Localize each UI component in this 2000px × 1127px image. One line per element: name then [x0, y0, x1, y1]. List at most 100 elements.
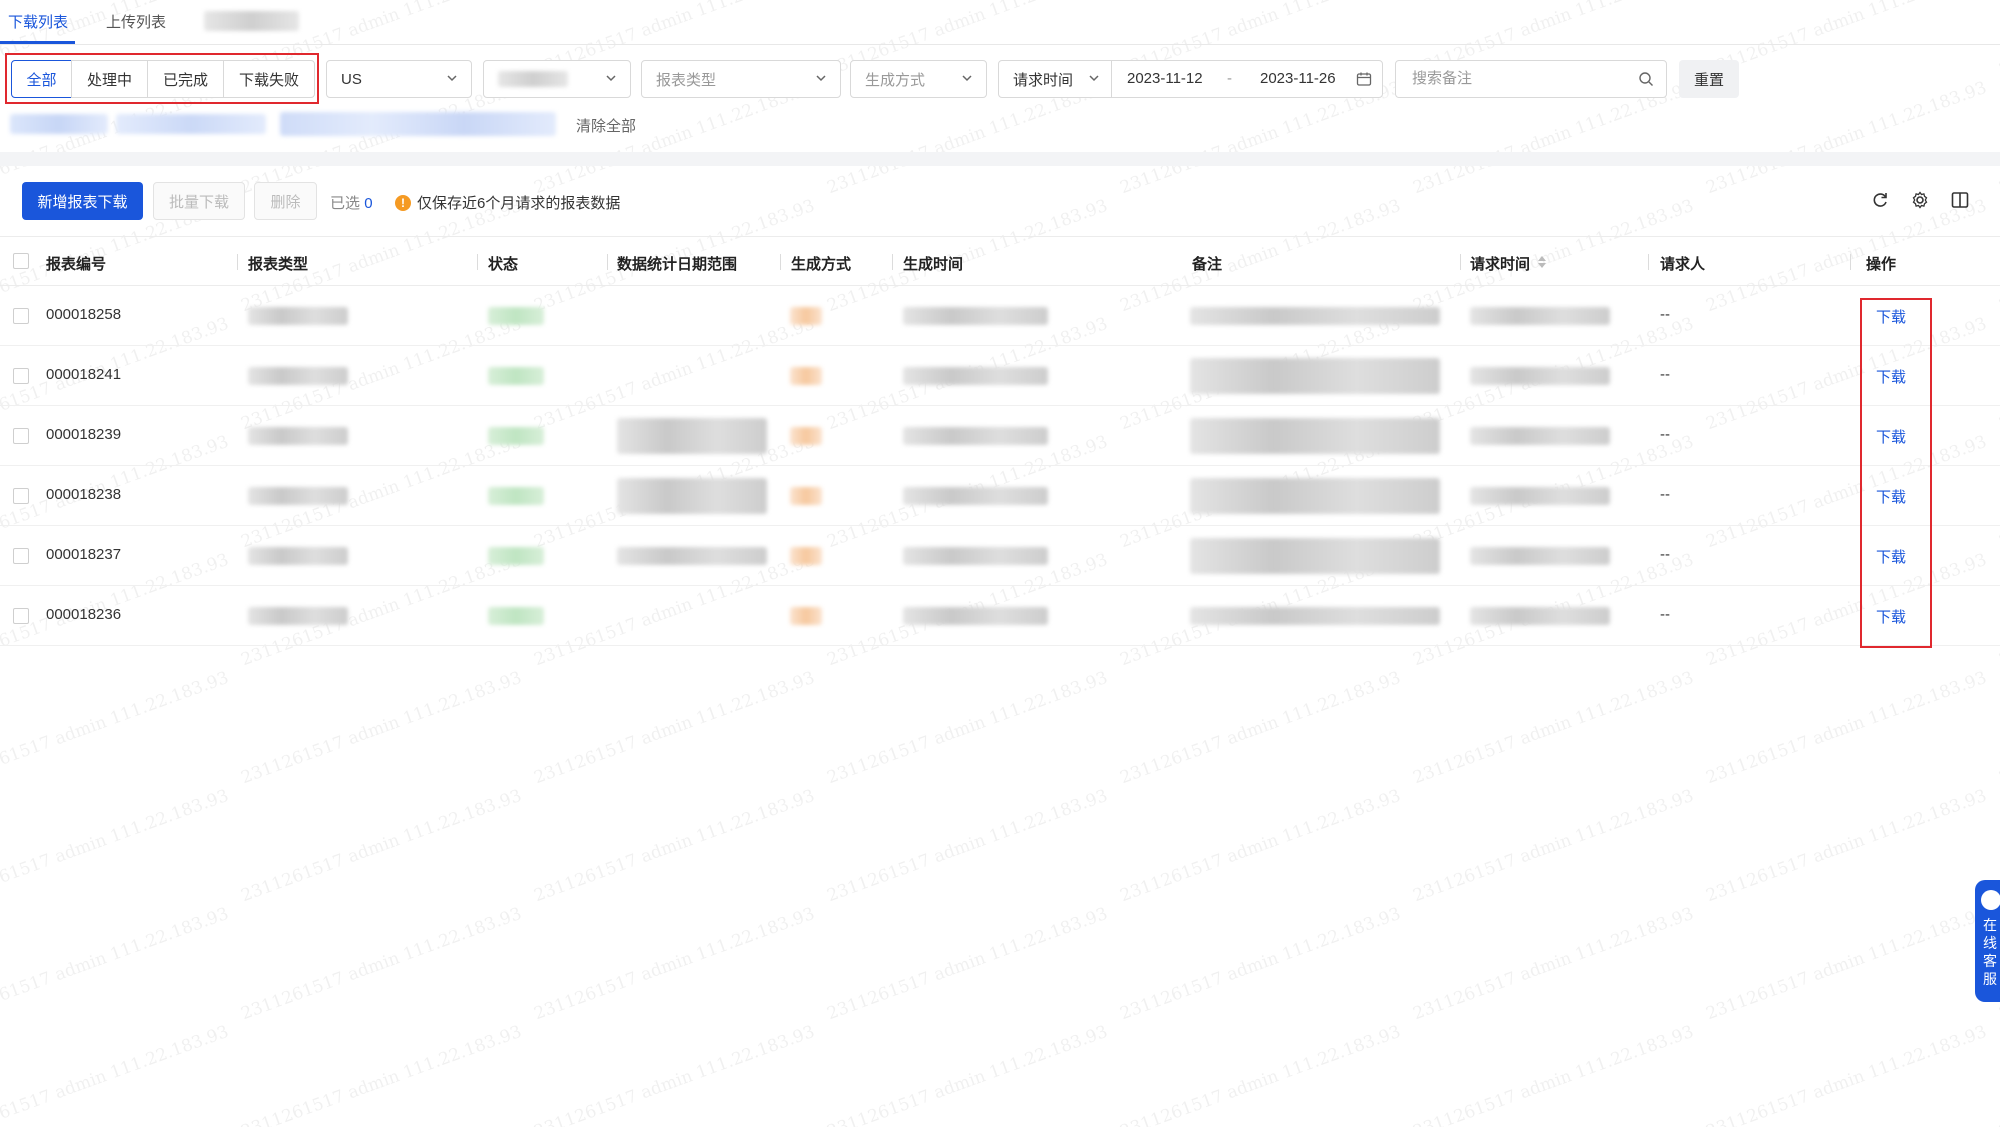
- redacted-cell: [617, 478, 767, 514]
- requester: --: [1660, 546, 1670, 563]
- date-field-select[interactable]: 请求时间: [999, 61, 1112, 97]
- redacted-cell: [248, 367, 348, 385]
- row-checkbox[interactable]: [13, 428, 29, 444]
- chevron-down-icon: [447, 75, 457, 82]
- gear-icon[interactable]: [1910, 190, 1930, 210]
- watermark-text: 2311261517 admin 111.22.183.93: [238, 667, 525, 789]
- tab-upload-list[interactable]: 上传列表: [106, 11, 166, 32]
- selected-count-value: 0: [364, 195, 373, 212]
- column-resize-handle[interactable]: [237, 254, 238, 270]
- header-report-id: 报表编号: [46, 256, 107, 273]
- select-all-checkbox[interactable]: [13, 253, 29, 269]
- filter-tag-redacted[interactable]: [280, 112, 556, 136]
- support-widget-label: 服: [1983, 971, 1997, 987]
- watermark-text: 2311261517 admin 111.22.183.93: [824, 667, 1111, 789]
- report-id: 000018236: [46, 606, 122, 623]
- watermark-text: 2311261517 admin 111.22.183.93: [1410, 1021, 1697, 1127]
- watermark-text: 2311261517 admin 111.22.183.93: [1703, 785, 1990, 907]
- support-widget-label: 在: [1983, 917, 1997, 933]
- redacted-cell: [903, 367, 1048, 385]
- retention-notice: ! 仅保存近6个月请求的报表数据: [395, 192, 620, 213]
- sort-icon[interactable]: [1536, 254, 1548, 270]
- redacted-cell: [903, 547, 1048, 565]
- redacted-cell: [903, 307, 1048, 325]
- redacted-select[interactable]: [483, 60, 631, 98]
- watermark-text: 2311261517 admin 111.22.183.93: [531, 667, 818, 789]
- status-failed-button[interactable]: 下载失败: [223, 60, 315, 98]
- redacted-cell: [903, 607, 1048, 625]
- report-id: 000018238: [46, 486, 122, 503]
- support-avatar-icon: [1981, 890, 2000, 910]
- batch-download-button[interactable]: 批量下载: [153, 182, 245, 220]
- watermark-text: 2311261517 admin 111.22.183.93: [1410, 667, 1697, 789]
- report-type-select[interactable]: 报表类型: [641, 60, 841, 98]
- table-row: 000018258 -- 下载: [0, 286, 2000, 346]
- redacted-cell: [1470, 367, 1610, 385]
- column-resize-handle[interactable]: [1648, 254, 1649, 270]
- redacted-cell: [488, 487, 544, 505]
- reset-button[interactable]: 重置: [1679, 60, 1739, 98]
- refresh-icon[interactable]: [1870, 190, 1890, 210]
- status-processing-button[interactable]: 处理中: [71, 60, 148, 98]
- calendar-icon[interactable]: [1356, 71, 1372, 87]
- date-end-input[interactable]: 2023-11-26: [1260, 70, 1336, 87]
- watermark-text: 2311261517 admin 111.22.183.93: [531, 1021, 818, 1127]
- watermark-text: 2311261517 admin 111.22.183.93: [0, 667, 232, 789]
- site-select[interactable]: US: [326, 60, 472, 98]
- filter-tag-redacted[interactable]: [116, 114, 266, 134]
- selected-count: 已选 0: [330, 192, 373, 213]
- row-checkbox[interactable]: [13, 488, 29, 504]
- clear-all-filters-link[interactable]: 清除全部: [576, 115, 636, 136]
- header-request-time: 请求时间: [1470, 256, 1531, 273]
- redacted-select-value: [498, 71, 568, 87]
- remark-search-input[interactable]: [1410, 69, 1634, 88]
- row-checkbox[interactable]: [13, 308, 29, 324]
- watermark-text: 2311261517 admin 111.22.183.93: [238, 785, 525, 907]
- tab-download-list[interactable]: 下载列表: [8, 11, 68, 32]
- generate-method-select[interactable]: 生成方式: [850, 60, 987, 98]
- online-support-widget[interactable]: 在 线 客 服: [1975, 880, 2000, 1002]
- watermark-text: 2311261517 admin 111.22.183.93: [1703, 1021, 1990, 1127]
- table-row: 000018236 -- 下载: [0, 586, 2000, 646]
- row-checkbox[interactable]: [13, 548, 29, 564]
- redacted-cell: [488, 367, 544, 385]
- redacted-cell: [790, 607, 822, 625]
- redacted-tab[interactable]: [204, 11, 299, 31]
- redacted-cell: [1190, 478, 1440, 514]
- chevron-down-icon: [962, 75, 972, 82]
- status-all-button[interactable]: 全部: [11, 60, 72, 98]
- column-resize-handle[interactable]: [1460, 254, 1461, 270]
- column-resize-handle[interactable]: [607, 254, 608, 270]
- redacted-cell: [617, 547, 767, 565]
- row-checkbox[interactable]: [13, 608, 29, 624]
- report-id: 000018258: [46, 306, 122, 323]
- watermark-text: 2311261517 admin 111.22.183.93: [1410, 903, 1697, 1025]
- redacted-cell: [248, 307, 348, 325]
- new-report-download-button[interactable]: 新增报表下载: [22, 182, 143, 220]
- column-resize-handle[interactable]: [892, 254, 893, 270]
- redacted-cell: [488, 607, 544, 625]
- redacted-cell: [248, 487, 348, 505]
- delete-button[interactable]: 删除: [254, 182, 317, 220]
- header-actions: 操作: [1866, 256, 1897, 273]
- redacted-cell: [1190, 418, 1440, 454]
- support-widget-label: 客: [1983, 953, 1997, 969]
- date-field-label: 请求时间: [1013, 71, 1074, 89]
- site-select-value: US: [341, 70, 362, 88]
- row-checkbox[interactable]: [13, 368, 29, 384]
- columns-icon[interactable]: [1950, 190, 1970, 210]
- column-resize-handle[interactable]: [477, 254, 478, 270]
- date-start-input[interactable]: 2023-11-12: [1127, 70, 1203, 87]
- section-divider: [0, 152, 2000, 166]
- search-icon[interactable]: [1638, 71, 1654, 87]
- generate-method-placeholder: 生成方式: [865, 71, 926, 89]
- redacted-cell: [248, 607, 348, 625]
- column-resize-handle[interactable]: [780, 254, 781, 270]
- watermark-text: 2311261517 admin 111.22.183.93: [1117, 1021, 1404, 1127]
- filter-tag-redacted[interactable]: [10, 114, 108, 134]
- table-row: 000018238 -- 下载: [0, 466, 2000, 526]
- redacted-cell: [1190, 358, 1440, 394]
- column-resize-handle[interactable]: [1850, 254, 1851, 270]
- status-completed-button[interactable]: 已完成: [147, 60, 224, 98]
- header-generate-time: 生成时间: [903, 256, 964, 273]
